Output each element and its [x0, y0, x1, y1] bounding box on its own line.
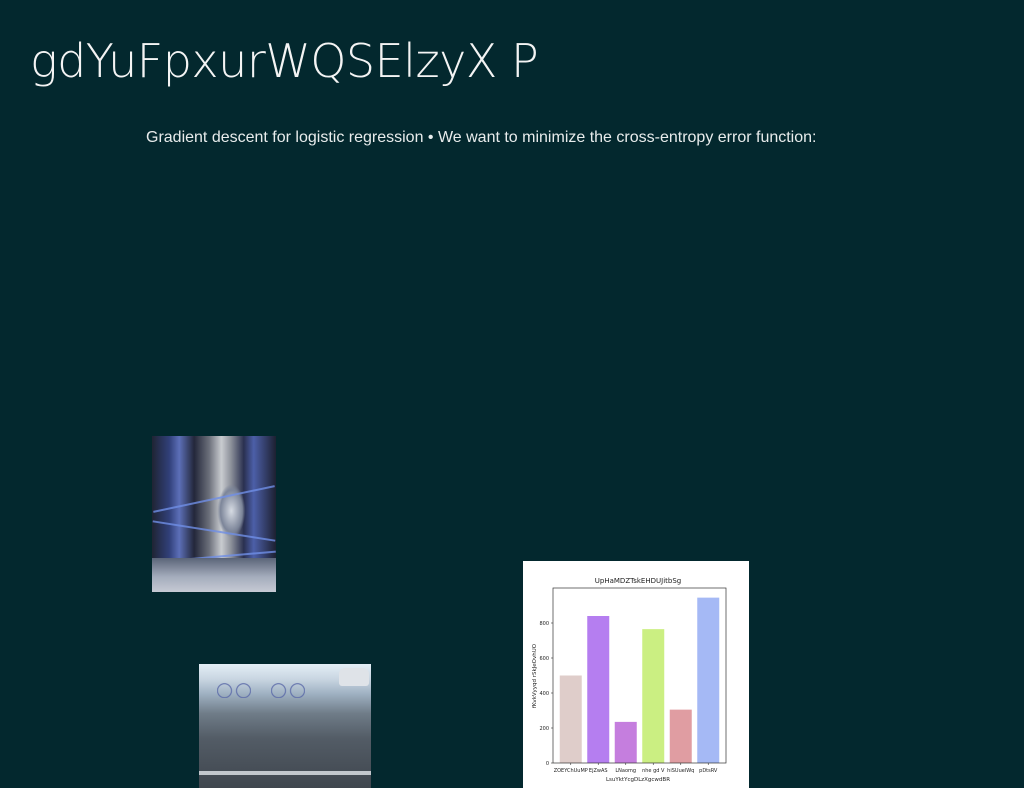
- chart-y-tick-label: 200: [539, 726, 549, 732]
- chart-y-tick-label: 600: [539, 656, 549, 662]
- chart-bar: [559, 675, 582, 763]
- photo-detail: [152, 520, 276, 542]
- chart-x-tick-label: pDtsRV: [699, 768, 718, 774]
- chart-x-tick-label: LNaomg: [615, 768, 636, 774]
- photo-street-motorbikes: [199, 664, 371, 788]
- chart-y-label: fKvkVyyqd rSkJeOvhUO: [532, 643, 538, 708]
- chart-y-tick-label: 400: [539, 691, 549, 697]
- chart-x-label: LsuYktYcgDLzXgcwdBR: [606, 777, 670, 783]
- photo-detail: [339, 668, 369, 686]
- chart-bar: [669, 709, 692, 764]
- slide: gdYuFpxurWQSElzyX P Gradient descent for…: [0, 0, 1024, 788]
- chart-x-tick-label: hiSUuelWq: [667, 768, 694, 774]
- chart-y-tick-label: 800: [539, 621, 549, 627]
- chart-bar: [642, 629, 665, 764]
- chart-bar: [697, 597, 720, 764]
- chart-bar: [614, 721, 637, 764]
- chart-y-tick-label: 0: [546, 761, 549, 767]
- slide-title: gdYuFpxurWQSElzyX P: [30, 34, 539, 88]
- bar-chart-svg: UpHaMDZTskEHDUJitbSg LsuYktYcgDLzXgcwdBR…: [532, 577, 727, 783]
- chart-x-tick-label: ZOEYChUuMP: [554, 768, 588, 774]
- chart-x-tick-label: nhe gd V: [642, 768, 665, 774]
- photo-detail: [199, 771, 371, 775]
- chart-bar: [587, 616, 610, 763]
- chart-x-tick-label: EjZwAS: [589, 768, 608, 774]
- slide-subtitle: Gradient descent for logistic regression…: [146, 129, 817, 146]
- photo-disco-ball: [152, 436, 276, 592]
- bar-chart: UpHaMDZTskEHDUJitbSg LsuYktYcgDLzXgcwdBR…: [523, 561, 749, 788]
- chart-title: UpHaMDZTskEHDUJitbSg: [595, 577, 681, 585]
- photo-detail: [152, 558, 276, 592]
- photo-detail: [217, 672, 251, 698]
- photo-detail: [271, 672, 305, 698]
- photo-detail: [153, 485, 275, 513]
